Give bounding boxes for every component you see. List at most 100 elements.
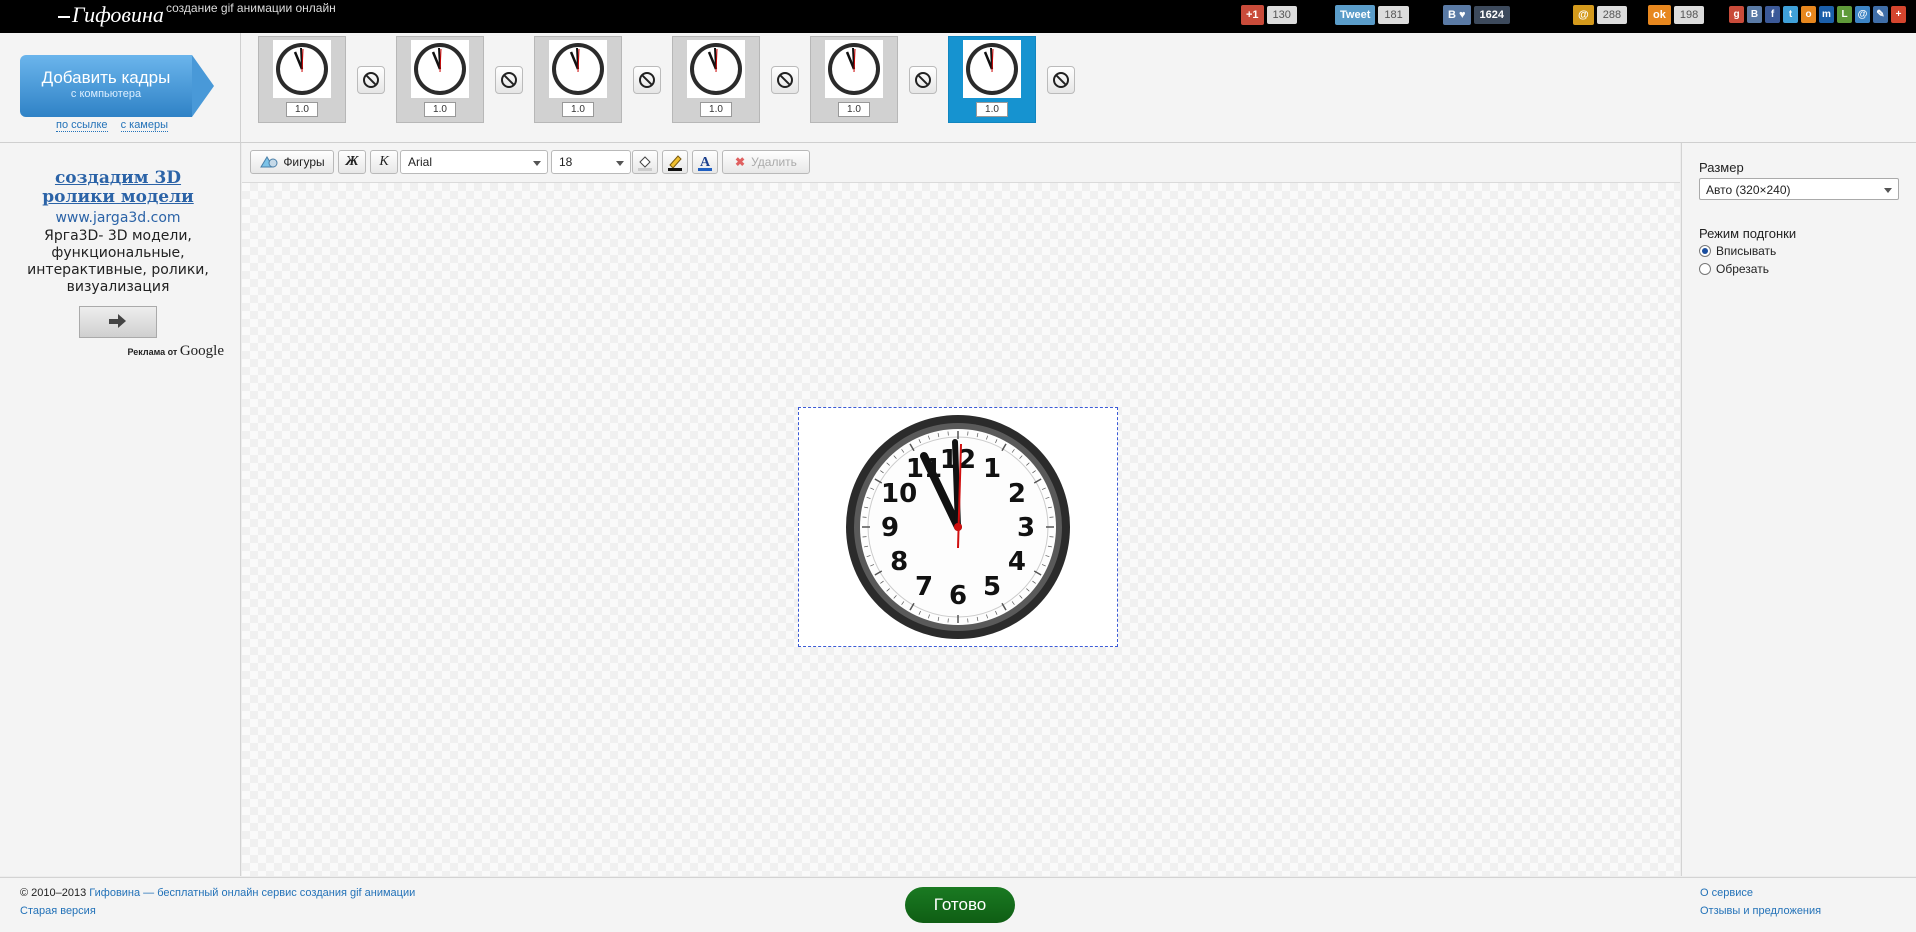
top-bar: Гифовина создание gif анимации онлайн +1…: [0, 0, 1916, 33]
remove-frame-button[interactable]: [771, 66, 799, 94]
remove-frame-button[interactable]: [495, 66, 523, 94]
ad-go-button[interactable]: [79, 306, 157, 338]
frame-item[interactable]: 1.0: [672, 36, 760, 123]
site-link[interactable]: Гифовина — бесплатный онлайн сервис созд…: [89, 887, 415, 899]
add-source-links: по ссылке с камеры: [56, 119, 178, 131]
gplus-icon[interactable]: g: [1729, 6, 1744, 23]
mail-count: 288: [1597, 6, 1627, 24]
stroke-color-button[interactable]: [662, 150, 688, 174]
done-button[interactable]: Готово: [905, 887, 1015, 923]
font-size-value: 18: [559, 155, 572, 169]
left-column: создадим 3D ролики модели www.jarga3d.co…: [0, 143, 241, 876]
clock-thumbnail-icon: [687, 40, 745, 98]
fit-option-fit[interactable]: Вписывать: [1699, 244, 1776, 258]
feedback-wrap: Отзывы и предложения: [1700, 905, 1821, 917]
odnoklassniki-icon[interactable]: o: [1801, 6, 1816, 23]
mail-button[interactable]: @: [1573, 5, 1594, 25]
gplus-share[interactable]: +1 130: [1241, 5, 1297, 25]
facebook-icon[interactable]: f: [1765, 6, 1780, 23]
vk-share[interactable]: В ♥ 1624: [1443, 5, 1510, 25]
frames-divider: [240, 33, 241, 142]
radio-unchecked-icon[interactable]: [1699, 263, 1711, 275]
size-select[interactable]: Авто (320×240): [1699, 178, 1899, 200]
radio-checked-icon[interactable]: [1699, 245, 1711, 257]
frame-item[interactable]: 1.0: [810, 36, 898, 123]
frame-delay-input[interactable]: 1.0: [424, 102, 456, 117]
italic-button[interactable]: К: [370, 150, 398, 174]
ad-attribution[interactable]: Реклама от Google: [127, 343, 224, 360]
remove-frame-button[interactable]: [633, 66, 661, 94]
about-link[interactable]: О сервисе: [1700, 887, 1753, 899]
logo-mark-icon: [58, 16, 70, 18]
delete-button[interactable]: ✖ Удалить: [722, 150, 810, 174]
svg-text:A: A: [700, 155, 711, 170]
frame-thumbnail[interactable]: [825, 40, 883, 98]
email-icon[interactable]: @: [1855, 6, 1870, 23]
frame-thumbnail[interactable]: [273, 40, 331, 98]
frame-thumbnail[interactable]: [411, 40, 469, 98]
frame-delay-input[interactable]: 1.0: [562, 102, 594, 117]
ok-share[interactable]: ok 198: [1648, 5, 1704, 25]
twitter-icon[interactable]: t: [1783, 6, 1798, 23]
clock-thumbnail-icon: [411, 40, 469, 98]
gplus-button[interactable]: +1: [1241, 5, 1264, 25]
fill-color-button[interactable]: [632, 150, 658, 174]
vk-like-button[interactable]: В ♥: [1443, 5, 1471, 25]
shapes-label: Фигуры: [283, 155, 324, 169]
old-version-wrap: Старая версия: [20, 905, 96, 917]
site-tagline: создание gif анимации онлайн: [166, 1, 336, 15]
ad-title[interactable]: создадим 3D ролики модели: [16, 169, 220, 207]
tweet-share[interactable]: Tweet 181: [1335, 5, 1409, 25]
mailru-icon[interactable]: m: [1819, 6, 1834, 23]
frame-item[interactable]: 1.0: [948, 36, 1036, 123]
frame-thumbnail[interactable]: [963, 40, 1021, 98]
fit-option-crop[interactable]: Обрезать: [1699, 262, 1769, 276]
frame-delay-input[interactable]: 1.0: [976, 102, 1008, 117]
add-frames-button[interactable]: Добавить кадры с компьютера: [20, 55, 206, 117]
bold-button[interactable]: Ж: [338, 150, 366, 174]
frame-delay-input[interactable]: 1.0: [286, 102, 318, 117]
editor-canvas[interactable]: 121234567891011: [242, 183, 1680, 876]
arrow-right-icon: [109, 319, 119, 324]
ad-attribution-prefix: Реклама от: [127, 347, 177, 357]
font-select[interactable]: Arial: [400, 150, 548, 174]
vk-icon[interactable]: В: [1747, 6, 1762, 23]
plus-icon[interactable]: +: [1891, 6, 1906, 23]
footer: © 2010–2013 Гифовина — бесплатный онлайн…: [0, 877, 1916, 932]
mail-share[interactable]: @ 288: [1573, 5, 1627, 25]
frame-item[interactable]: 1.0: [534, 36, 622, 123]
frame-item[interactable]: 1.0: [258, 36, 346, 123]
ok-button[interactable]: ok: [1648, 5, 1671, 25]
add-from-camera[interactable]: с камеры: [121, 119, 168, 132]
add-frames-button-body[interactable]: Добавить кадры с компьютера: [20, 55, 192, 117]
site-logo[interactable]: Гифовина: [58, 2, 164, 28]
no-entry-icon: [1053, 72, 1069, 88]
text-color-button[interactable]: A: [692, 150, 718, 174]
frame-thumbnail[interactable]: [549, 40, 607, 98]
frame-delay-input[interactable]: 1.0: [700, 102, 732, 117]
feedback-link[interactable]: Отзывы и предложения: [1700, 905, 1821, 917]
frame-item[interactable]: 1.0: [396, 36, 484, 123]
shapes-button[interactable]: Фигуры: [250, 150, 334, 174]
social-icons: g В f t o m L @ ✎ +: [1729, 6, 1906, 23]
no-entry-icon: [915, 72, 931, 88]
ad-url[interactable]: www.jarga3d.com: [16, 210, 220, 226]
remove-frame-button[interactable]: [357, 66, 385, 94]
settings-panel: Размер Авто (320×240) Режим подгонки Впи…: [1681, 143, 1916, 876]
font-size-select[interactable]: 18: [551, 150, 631, 174]
remove-frame-button[interactable]: [1047, 66, 1075, 94]
old-version-link[interactable]: Старая версия: [20, 905, 96, 917]
livejournal-icon[interactable]: ✎: [1873, 6, 1888, 23]
canvas-image[interactable]: 121234567891011: [798, 407, 1118, 647]
chevron-down-icon: [1884, 188, 1892, 193]
frame-thumbnail[interactable]: [687, 40, 745, 98]
tweet-button[interactable]: Tweet: [1335, 5, 1375, 25]
remove-frame-button[interactable]: [909, 66, 937, 94]
footer-copyright-line: © 2010–2013 Гифовина — бесплатный онлайн…: [20, 887, 415, 899]
chevron-down-icon: [616, 161, 624, 166]
clock-center: [954, 523, 962, 531]
frame-delay-input[interactable]: 1.0: [838, 102, 870, 117]
add-by-link[interactable]: по ссылке: [56, 119, 108, 132]
liveinternet-icon[interactable]: L: [1837, 6, 1852, 23]
minute-hand: [955, 442, 958, 527]
